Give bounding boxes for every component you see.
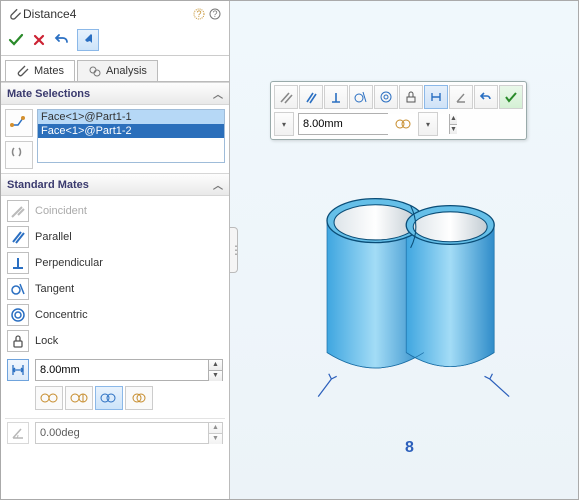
paperclip-icon [7,6,23,22]
mate-lock[interactable]: Lock [5,328,225,354]
ctx-concentric-icon[interactable] [374,85,398,109]
tab-mates[interactable]: Mates [5,60,75,81]
collapse-icon: ︿ [213,86,223,101]
ctx-spin-down[interactable]: ▼ [449,125,457,135]
ctx-flip-1-icon[interactable] [392,113,414,135]
ctx-ok-icon[interactable] [499,85,523,109]
feature-title: Distance4 [23,7,191,21]
flip-dim-1[interactable] [35,386,63,410]
distance-input[interactable]: ▲ ▼ [35,359,223,381]
section-standard-mates[interactable]: Standard Mates ︿ [1,173,229,196]
flip-dim-4[interactable] [125,386,153,410]
ctx-perpendicular-icon[interactable] [324,85,348,109]
mate-concentric[interactable]: Concentric [5,302,225,328]
svg-text:?: ? [196,9,201,19]
distance-mate-icon[interactable] [7,359,29,381]
ctx-spin-up[interactable]: ▲ [449,114,457,125]
tab-label: Mates [34,65,64,77]
distance-spin-down[interactable]: ▼ [208,371,222,381]
property-manager-panel: Distance4 ? ? [1,1,230,499]
undo-button[interactable] [53,31,71,49]
ctx-flip-dropdown-icon[interactable]: ▾ [418,112,438,136]
dimension-value[interactable]: 8 [405,439,414,457]
angle-mate-icon[interactable] [7,422,29,444]
ctx-dropdown-icon[interactable]: ▾ [274,112,294,136]
pin-button[interactable] [77,29,99,51]
selection-item[interactable]: Face<1>@Part1-2 [38,124,224,138]
ctx-distance-icon[interactable] [424,85,448,109]
ctx-tangent-icon[interactable] [349,85,373,109]
ctx-distance-input[interactable]: ▲ ▼ [298,113,388,135]
ctx-parallel-icon[interactable] [299,85,323,109]
concentric-icon [7,304,29,326]
mate-parallel[interactable]: Parallel [5,224,225,250]
model-preview [300,181,530,401]
panel-splitter[interactable] [230,227,238,273]
collapse-icon: ︿ [213,177,223,192]
angle-input[interactable]: ▲ ▼ [35,422,223,444]
ok-button[interactable] [7,31,25,49]
angle-spin-down[interactable]: ▼ [208,434,222,444]
help-icon[interactable]: ? [207,6,223,22]
graphics-viewport[interactable]: ▾ ▲ ▼ ▾ [230,1,578,499]
angle-spin-up[interactable]: ▲ [208,423,222,434]
tangent-icon [7,278,29,300]
mate-coincident[interactable]: Coincident [5,198,225,224]
cancel-button[interactable] [31,32,47,48]
lock-icon [7,330,29,352]
mate-perpendicular[interactable]: Perpendicular [5,250,225,276]
selection-item[interactable]: Face<1>@Part1-1 [38,110,224,124]
multi-mate-icon[interactable] [5,141,33,169]
section-mate-selections[interactable]: Mate Selections ︿ [1,82,229,105]
mate-context-toolbar: ▾ ▲ ▼ ▾ [270,81,527,140]
parallel-icon [7,226,29,248]
mate-tangent[interactable]: Tangent [5,276,225,302]
flip-dim-3[interactable] [95,386,123,410]
ctx-angle-icon[interactable] [449,85,473,109]
distance-spin-up[interactable]: ▲ [208,360,222,371]
coincident-icon [7,200,29,222]
ctx-undo-icon[interactable] [474,85,498,109]
tab-label: Analysis [106,65,147,77]
flip-dim-2[interactable] [65,386,93,410]
perpendicular-icon [7,252,29,274]
help-options-icon[interactable]: ? [191,6,207,22]
svg-text:?: ? [212,9,217,19]
ctx-lock-icon[interactable] [399,85,423,109]
selection-list[interactable]: Face<1>@Part1-1 Face<1>@Part1-2 [37,109,225,163]
ctx-coincident-icon[interactable] [274,85,298,109]
mate-entities-icon[interactable] [5,109,33,137]
tab-analysis[interactable]: Analysis [77,60,158,81]
